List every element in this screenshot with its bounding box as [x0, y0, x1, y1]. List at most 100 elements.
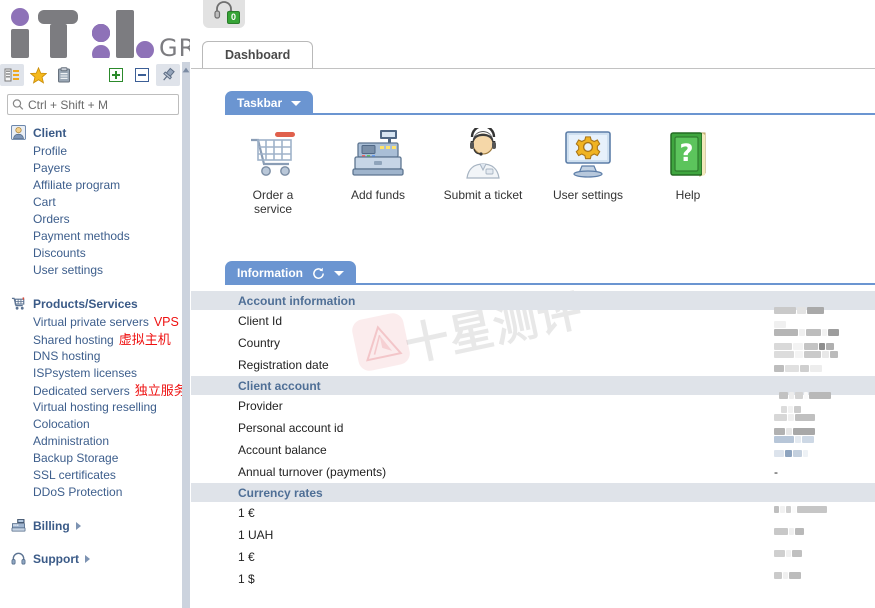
sidebar-item-backup-storage[interactable]: Backup Storage: [0, 450, 182, 467]
sidebar-item-ssl-certificates[interactable]: SSL certificates: [0, 467, 182, 484]
information-panel-header[interactable]: Information: [225, 261, 356, 285]
taskbar-item-submit-a-ticket[interactable]: Submit a ticket: [435, 128, 531, 202]
svg-text:?: ?: [680, 139, 694, 167]
sidebar-item-dns-hosting[interactable]: DNS hosting: [0, 348, 182, 365]
search-box[interactable]: [7, 94, 179, 115]
label-line-1: Submit a ticket: [443, 188, 523, 202]
row-label: 1 UAH: [238, 528, 274, 542]
expand-all-icon[interactable]: [104, 64, 128, 86]
sidebar-item-dedicated-servers[interactable]: Dedicated servers 独立服务器: [0, 382, 182, 399]
row-label: Annual turnover (payments): [238, 465, 387, 479]
table-row: Provider: [191, 392, 875, 417]
sidebar-item-affiliate-program[interactable]: Affiliate program: [0, 177, 182, 194]
tree-view-icon[interactable]: [0, 64, 24, 86]
table-row: Annual turnover (payments) -: [191, 461, 875, 483]
sidebar-item-ddos-protection[interactable]: DDoS Protection: [0, 484, 182, 501]
sidebar-item-label: Administration: [33, 434, 110, 448]
clipboard-icon[interactable]: [52, 64, 76, 86]
section-header-client-account: Client account: [191, 376, 875, 395]
tab-dashboard[interactable]: Dashboard: [202, 41, 314, 68]
taskbar-item-user-settings[interactable]: User settings: [540, 128, 636, 202]
search-input[interactable]: [28, 97, 174, 112]
taskbar-panel-header[interactable]: Taskbar: [225, 91, 314, 115]
row-value: [774, 351, 839, 379]
support-button[interactable]: 0: [203, 0, 245, 28]
information-panel-rule: [225, 283, 875, 285]
table-row: Country: [191, 329, 875, 354]
row-label: Provider: [238, 399, 283, 413]
sidebar-group-header-products-services[interactable]: Products/Services: [0, 293, 182, 314]
sidebar-item-annotation: VPS（VDS): [153, 315, 182, 329]
sidebar-item-virtual-private-servers[interactable]: Virtual private servers VPS（VDS): [0, 314, 182, 331]
sidebar-item-label: Orders: [33, 212, 70, 226]
row-label: Client Id: [238, 314, 283, 328]
favorites-star-icon[interactable]: [26, 64, 50, 86]
censored-value: [774, 351, 839, 379]
information-collapse-toggle[interactable]: [334, 270, 344, 276]
row-value: [774, 524, 805, 546]
sidebar-item-user-settings[interactable]: User settings: [0, 262, 182, 279]
censored-value: [774, 550, 803, 564]
sidebar-item-label: Dedicated servers: [33, 384, 130, 398]
sidebar-item-cart[interactable]: Cart: [0, 194, 182, 211]
row-value: [774, 568, 802, 590]
sidebar-group-label: Support: [33, 551, 79, 566]
sidebar-item-payers[interactable]: Payers: [0, 160, 182, 177]
scroll-up-arrow-icon[interactable]: [182, 66, 190, 73]
sidebar-item-label: Shared hosting: [33, 333, 114, 347]
sidebar-item-colocation[interactable]: Colocation: [0, 416, 182, 433]
row-value: [774, 546, 803, 568]
sidebar-item-label: Affiliate program: [33, 178, 121, 192]
sidebar-item-ispsystem-licenses[interactable]: ISPsystem licenses: [0, 365, 182, 382]
sidebar-item-label: Payment methods: [33, 229, 130, 243]
sidebar-group-header-support[interactable]: Support: [0, 548, 182, 569]
section-header-account-information: Account information: [191, 291, 875, 310]
pin-icon[interactable]: [156, 64, 180, 86]
taskbar-collapse-toggle[interactable]: [291, 100, 302, 106]
sidebar-item-shared-hosting[interactable]: Shared hosting 虚拟主机: [0, 331, 182, 348]
green-help-book-icon: ?: [640, 128, 736, 180]
label-line-1: Order a: [252, 188, 294, 202]
sidebar-item-administration[interactable]: Administration: [0, 433, 182, 450]
taskbar-item-label: Add funds: [330, 188, 426, 202]
refresh-icon[interactable]: [312, 267, 325, 280]
censored-value: [774, 506, 828, 520]
sidebar-item-label: DDoS Protection: [33, 485, 123, 499]
row-label: Country: [238, 336, 281, 350]
taskbar-item-add-funds[interactable]: Add funds: [330, 128, 426, 202]
sidebar-group-header-client[interactable]: Client: [0, 122, 182, 143]
taskbar-item-order-a-service[interactable]: Order a service: [225, 128, 321, 216]
shopping-cart-icon: [225, 128, 321, 180]
collapse-all-icon[interactable]: [130, 64, 154, 86]
sidebar-item-virtual-hosting-reselling[interactable]: Virtual hosting reselling: [0, 399, 182, 416]
sidebar-item-label: Virtual hosting reselling: [33, 400, 157, 414]
taskbar-item-help[interactable]: ? Help: [640, 128, 736, 202]
sidebar-group-header-billing[interactable]: Billing: [0, 515, 182, 536]
cash-register-icon: [330, 128, 426, 180]
section-title: Currency rates: [238, 485, 323, 500]
sidebar-scrollbar[interactable]: [182, 62, 190, 608]
row-value: [774, 436, 815, 464]
sidebar-item-discounts[interactable]: Discounts: [0, 245, 182, 262]
sidebar-group-label: Products/Services: [33, 296, 138, 311]
sidebar-item-label: SSL certificates: [33, 468, 116, 482]
section-title: Client account: [238, 378, 321, 393]
censored-value: [774, 436, 815, 464]
sidebar-menu: Client Profile Payers Affiliate program …: [0, 122, 182, 608]
sidebar-item-profile[interactable]: Profile: [0, 143, 182, 160]
chevron-down-icon: [334, 270, 344, 276]
chevron-down-icon: [291, 100, 302, 106]
taskbar-item-label: Submit a ticket: [435, 188, 531, 202]
sidebar-group-label: Billing: [33, 518, 70, 533]
row-value: -: [774, 465, 778, 479]
sidebar-item-annotation: 独立服务器: [134, 383, 182, 398]
sidebar-item-orders[interactable]: Orders: [0, 211, 182, 228]
headset-icon: [10, 551, 26, 567]
sidebar-group-products-services: Products/Services Virtual private server…: [0, 293, 182, 501]
sidebar-item-label: DNS hosting: [33, 349, 101, 363]
chevron-right-icon: [75, 521, 81, 530]
taskbar-panel-title: Taskbar: [237, 96, 283, 110]
row-label: Account balance: [238, 443, 327, 457]
sidebar-item-payment-methods[interactable]: Payment methods: [0, 228, 182, 245]
